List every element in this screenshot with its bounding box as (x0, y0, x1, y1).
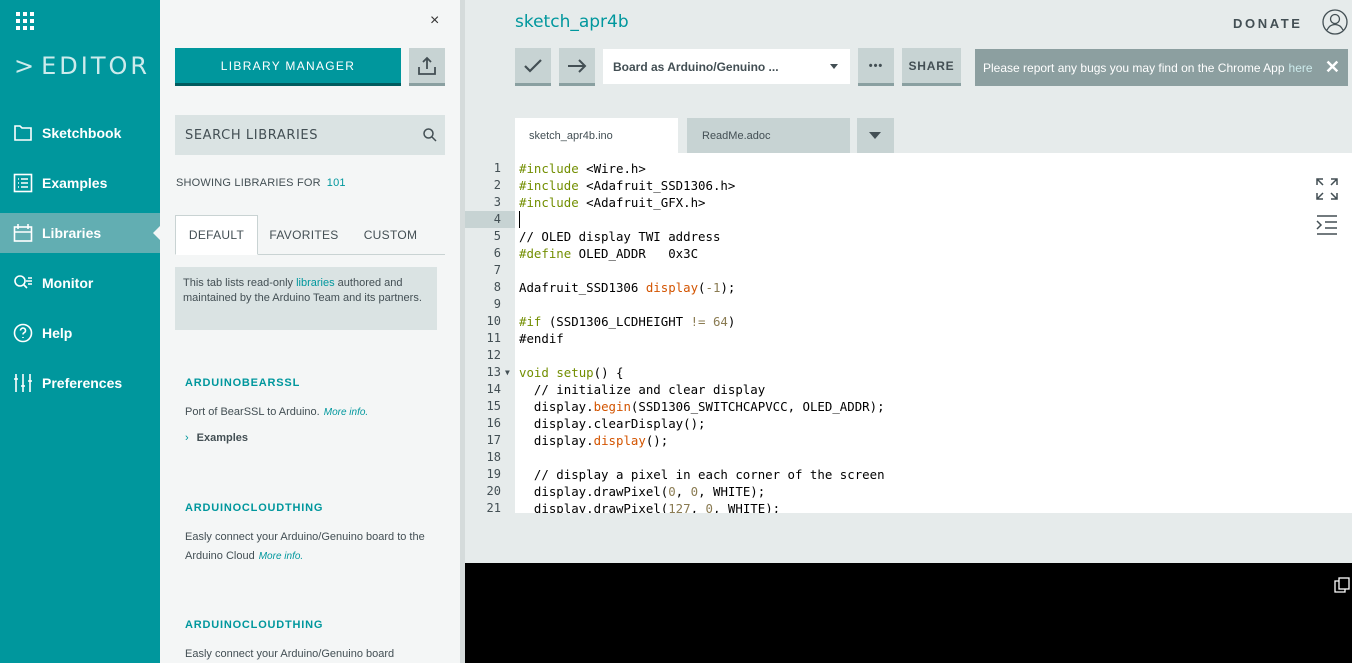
banner-link[interactable]: here (1289, 61, 1313, 75)
library-item: ARDUINOCLOUDTHING Easly connect your Ard… (185, 619, 435, 663)
folder-icon (14, 125, 32, 141)
copy-icon[interactable] (1334, 577, 1350, 593)
upload-icon (418, 56, 436, 75)
apps-grid-icon[interactable] (16, 12, 36, 32)
library-description: Easly connect your Arduino/Genuino board (185, 648, 395, 660)
libraries-icon (13, 224, 33, 242)
code-line: 21 display.drawPixel(127, 0, WHITE); (486, 501, 781, 513)
code-line: 1 #include <Wire.h> (493, 161, 646, 176)
editor-logo[interactable]: > EDITOR (14, 52, 150, 80)
nav-item-monitor[interactable]: Monitor (0, 263, 160, 303)
showing-label: SHOWING LIBRARIES FOR (176, 177, 321, 189)
info-box: This tab lists read-only libraries autho… (175, 267, 437, 330)
nav-item-libraries[interactable]: Libraries (0, 213, 160, 253)
tab-menu-dropdown[interactable] (857, 118, 894, 153)
search-libraries-box (175, 115, 445, 155)
board-select-value: Board as Arduino/Genuino ... (613, 59, 779, 74)
library-name[interactable]: ARDUINOCLOUDTHING (185, 619, 435, 631)
help-icon (13, 323, 33, 343)
monitor-icon (14, 275, 32, 289)
code-line: 7 (493, 263, 501, 277)
nav-item-preferences[interactable]: Preferences (0, 363, 160, 403)
info-text: This tab lists read-only (183, 277, 297, 289)
code-line: 2 #include <Adafruit_SSD1306.h> (493, 178, 736, 193)
code-line: 6 #define OLED_ADDR 0x3C (493, 246, 699, 261)
library-panel: × LIBRARY MANAGER SHOWING LIBRARIES FOR 1… (160, 0, 460, 663)
code-line: 17 display.display(); (486, 433, 669, 448)
library-manager-button[interactable]: LIBRARY MANAGER (175, 48, 401, 86)
chevron-down-icon (830, 64, 838, 69)
tab-default[interactable]: DEFAULT (175, 215, 258, 255)
upload-button[interactable] (559, 48, 595, 86)
code-line: 18 (486, 450, 501, 464)
code-line: 8 Adafruit_SSD1306 display(-1); (493, 280, 736, 295)
share-button[interactable]: SHARE (902, 48, 961, 86)
code-line: 19 // display a pixel in each corner of … (486, 467, 885, 482)
code-line: 16 display.clearDisplay(); (486, 416, 706, 431)
library-tabs: DEFAULT FAVORITES CUSTOM (175, 215, 445, 255)
sketch-title[interactable]: sketch_apr4b (515, 12, 629, 32)
bug-report-banner: Please report any bugs you may find on t… (975, 49, 1348, 86)
verify-button[interactable] (515, 48, 551, 86)
library-count: 101 (326, 177, 346, 189)
library-item: ARDUINOBEARSSL Port of BearSSL to Arduin… (185, 377, 435, 444)
examples-toggle[interactable]: › Examples (185, 432, 435, 444)
nav-item-label: Monitor (42, 275, 94, 291)
fold-arrow-icon[interactable]: ▼ (505, 364, 510, 381)
showing-libraries: SHOWING LIBRARIES FOR 101 (176, 177, 346, 189)
side-nav: > EDITOR Sketchbook Examples Libraries Mo… (0, 0, 160, 663)
nav-item-label: Help (42, 325, 73, 341)
search-libraries-input[interactable] (185, 127, 415, 143)
fullscreen-icon[interactable] (1316, 178, 1338, 200)
libraries-link[interactable]: libraries (296, 277, 335, 289)
nav-item-examples[interactable]: Examples (0, 163, 160, 203)
tab-favorites[interactable]: FAVORITES (260, 215, 348, 255)
indent-icon[interactable] (1316, 214, 1338, 236)
more-options-button[interactable]: ••• (858, 48, 894, 86)
nav-item-help[interactable]: Help (0, 313, 160, 353)
code-line: 13 ▼ void setup() { (486, 364, 624, 381)
library-item: ARDUINOCLOUDTHING Easly connect your Ard… (185, 502, 435, 566)
more-info-link[interactable]: More info. (324, 407, 368, 418)
tab-custom[interactable]: CUSTOM (348, 215, 433, 255)
library-description: Easly connect your Arduino/Genuino board… (185, 531, 425, 562)
file-tab-sketch[interactable]: sketch_apr4b.ino (515, 118, 678, 153)
code-line: 14 // initialize and clear display (486, 382, 766, 397)
user-avatar-icon[interactable] (1322, 9, 1348, 35)
search-icon[interactable] (423, 128, 437, 142)
arrow-right-icon (568, 58, 587, 73)
code-line: 3 #include <Adafruit_GFX.h> (493, 195, 706, 210)
close-banner-icon[interactable]: ✕ (1325, 57, 1340, 78)
sliders-icon (14, 374, 32, 392)
checkmark-icon (524, 58, 542, 73)
nav-item-label: Preferences (42, 375, 123, 391)
code-line: 10 #if (SSD1306_LCDHEIGHT != 64) (486, 314, 736, 329)
code-line: 20 display.drawPixel(0, 0, WHITE); (486, 484, 766, 499)
file-tab-readme[interactable]: ReadMe.adoc (687, 118, 850, 153)
code-line: 5// OLED display TWI address (493, 229, 721, 244)
console-output[interactable] (465, 563, 1352, 663)
library-name[interactable]: ARDUINOBEARSSL (185, 377, 435, 389)
library-description: Port of BearSSL to Arduino. More info. (185, 406, 369, 418)
chevron-right-icon: › (185, 432, 189, 444)
banner-text: Please report any bugs you may find on t… (983, 60, 1285, 75)
code-line: 9 (493, 297, 501, 311)
nav-item-label: Examples (42, 175, 108, 191)
code-line: 12 (486, 348, 501, 362)
list-icon (13, 173, 33, 193)
more-info-link[interactable]: More info. (259, 551, 303, 562)
upload-library-button[interactable] (409, 48, 445, 86)
nav-item-label: Libraries (42, 225, 102, 241)
code-line: 11 #endif (486, 331, 564, 346)
library-name[interactable]: ARDUINOCLOUDTHING (185, 502, 435, 514)
donate-link[interactable]: DONATE (1233, 16, 1303, 31)
code-line-active: 4 (465, 211, 1352, 228)
code-editor[interactable]: 1 #include <Wire.h> 2 #include <Adafruit_S… (465, 153, 1352, 513)
close-panel-icon[interactable]: × (430, 12, 439, 30)
nav-item-sketchbook[interactable]: Sketchbook (0, 113, 160, 153)
code-line: 15 display.begin(SSD1306_SWITCHCAPVCC, O… (486, 399, 885, 414)
nav-item-label: Sketchbook (42, 125, 122, 141)
board-select[interactable]: Board as Arduino/Genuino ... (603, 49, 850, 84)
